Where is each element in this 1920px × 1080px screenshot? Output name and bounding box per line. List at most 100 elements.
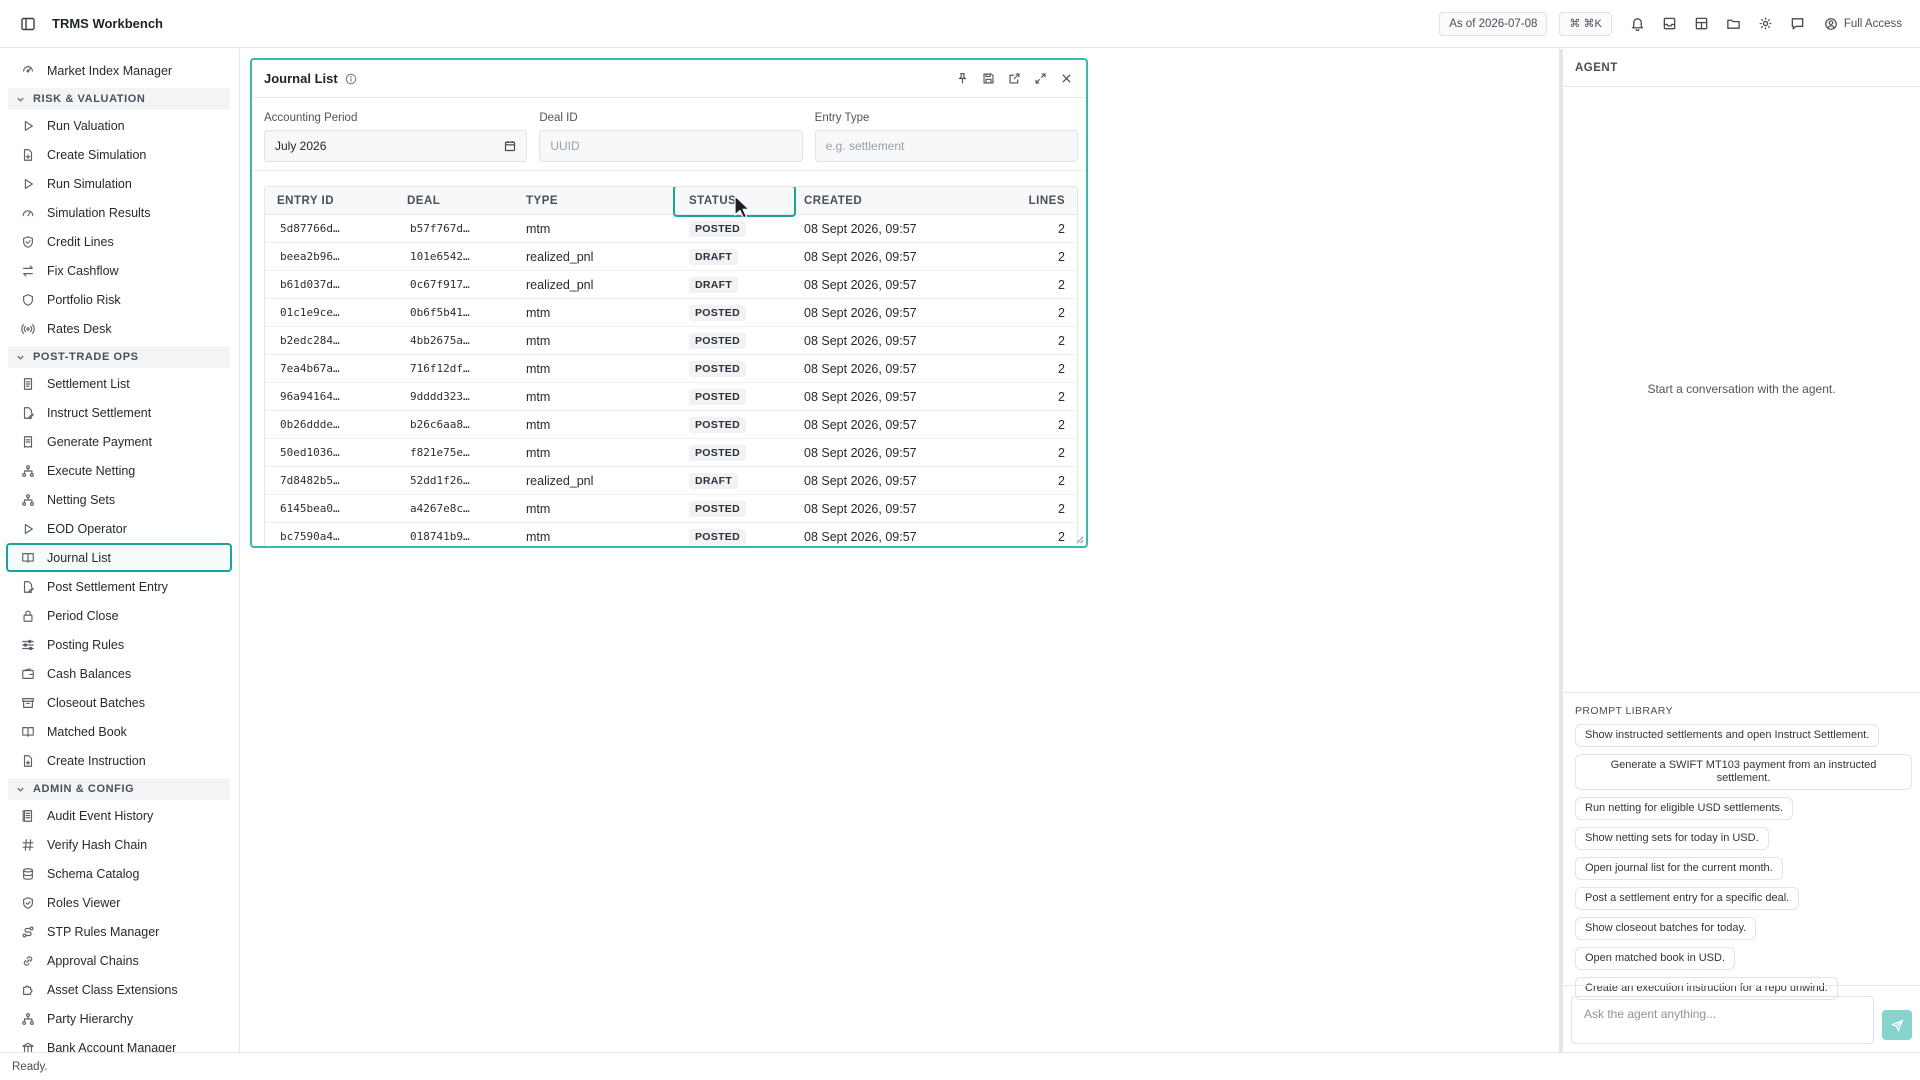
column-header-type[interactable]: TYPE — [514, 195, 677, 207]
layout-icon[interactable] — [1692, 14, 1712, 34]
sidebar-item-execute-netting[interactable]: Execute Netting — [6, 456, 232, 485]
link-icon — [20, 953, 36, 969]
prompt-chip[interactable]: Show netting sets for today in USD. — [1575, 827, 1769, 850]
sidebar-item-period-close[interactable]: Period Close — [6, 601, 232, 630]
type-cell: mtm — [526, 221, 551, 236]
column-header-lines[interactable]: LINES — [1012, 195, 1077, 207]
table-row[interactable]: 01c1e9ce… 0b6f5b41… mtm POSTED 08 Sept 2026,… — [265, 299, 1077, 327]
table-row[interactable]: 7ea4b67a… 716f12df… mtm POSTED 08 Sept 2026,… — [265, 355, 1077, 383]
sidebar-item-portfolio-risk[interactable]: Portfolio Risk — [6, 285, 232, 314]
sidebar-toggle-icon[interactable] — [18, 14, 38, 34]
folder-icon[interactable] — [1724, 14, 1744, 34]
type-cell: mtm — [526, 361, 551, 376]
sidebar-item-journal-list[interactable]: Journal List — [6, 543, 232, 572]
close-icon[interactable] — [1058, 71, 1074, 87]
entry-id-cell: b61d037d… — [280, 278, 340, 291]
sidebar-section-admin-and-config[interactable]: ADMIN & CONFIG — [8, 778, 230, 800]
sidebar-item-market-index-manager[interactable]: Market Index Manager — [6, 56, 232, 85]
sidebar-item-schema-catalog[interactable]: Schema Catalog — [6, 859, 232, 888]
sidebar-item-closeout-batches[interactable]: Closeout Batches — [6, 688, 232, 717]
command-palette-button[interactable]: ⌘ ⌘K — [1559, 11, 1612, 36]
sidebar-item-create-instruction[interactable]: Create Instruction — [6, 746, 232, 775]
sidebar-item-eod-operator[interactable]: EOD Operator — [6, 514, 232, 543]
deal-id-input[interactable]: UUID — [539, 130, 803, 162]
info-icon[interactable] — [345, 73, 357, 85]
table-row[interactable]: beea2b96… 101e6542… realized_pnl DRAFT 08 Se… — [265, 243, 1077, 271]
sidebar-section-label: RISK & VALUATION — [33, 93, 146, 105]
sidebar: Market Index Manager RISK & VALUATION Run … — [0, 49, 240, 1052]
sidebar-item-create-simulation[interactable]: Create Simulation — [6, 140, 232, 169]
sidebar-item-roles-viewer[interactable]: Roles Viewer — [6, 888, 232, 917]
deal-cell: 101e6542… — [410, 250, 470, 263]
table-row[interactable]: b61d037d… 0c67f917… realized_pnl DRAFT 08 Se… — [265, 271, 1077, 299]
sidebar-item-settlement-list[interactable]: Settlement List — [6, 369, 232, 398]
sidebar-section-post-trade-ops[interactable]: POST-TRADE OPS — [8, 346, 230, 368]
gear-icon[interactable] — [1756, 14, 1776, 34]
status-cell: POSTED — [677, 528, 792, 545]
table-row[interactable]: 6145bea0… a4267e8c… mtm POSTED 08 Sept 2026,… — [265, 495, 1077, 523]
as-of-date-button[interactable]: As of 2026-07-08 — [1439, 11, 1548, 36]
sidebar-item-approval-chains[interactable]: Approval Chains — [6, 946, 232, 975]
pin-icon[interactable] — [954, 71, 970, 87]
prompt-chip[interactable]: Show instructed settlements and open Ins… — [1575, 724, 1880, 747]
sidebar-item-generate-payment[interactable]: Generate Payment — [6, 427, 232, 456]
sidebar-item-run-simulation[interactable]: Run Simulation — [6, 169, 232, 198]
entry-type-input[interactable]: e.g. settlement — [814, 130, 1078, 162]
table-row[interactable]: b2edc284… 4bb2675a… mtm POSTED 08 Sept 2026,… — [265, 327, 1077, 355]
prompt-chip[interactable]: Show closeout batches for today. — [1575, 917, 1757, 940]
calendar-icon[interactable] — [504, 140, 516, 152]
sidebar-section-risk-and-valuation[interactable]: RISK & VALUATION — [8, 88, 230, 110]
send-button[interactable] — [1882, 1010, 1912, 1040]
sidebar-item-label: Party Hierarchy — [47, 1011, 134, 1026]
chat-icon[interactable] — [1788, 14, 1808, 34]
sidebar-item-audit-event-history[interactable]: Audit Event History — [6, 801, 232, 830]
prompt-chip[interactable]: Open journal list for the current month. — [1575, 857, 1783, 880]
sidebar-item-cash-balances[interactable]: Cash Balances — [6, 659, 232, 688]
agent-input[interactable]: Ask the agent anything... — [1571, 996, 1874, 1044]
prompt-chip[interactable]: Open matched book in USD. — [1575, 947, 1736, 970]
deal-id-filter: Deal ID UUID — [539, 112, 803, 162]
column-header-entry-id[interactable]: ENTRY ID — [265, 195, 395, 207]
sidebar-item-bank-account-manager[interactable]: Bank Account Manager — [6, 1033, 232, 1052]
table-row[interactable]: 5d87766d… b57f767d… mtm POSTED 08 Sept 2026,… — [265, 215, 1077, 243]
table-row[interactable]: 50ed1036… f821e75e… mtm POSTED 08 Sept 2026,… — [265, 439, 1077, 467]
book-icon — [20, 550, 36, 566]
sidebar-item-netting-sets[interactable]: Netting Sets — [6, 485, 232, 514]
gauge-icon — [20, 205, 36, 221]
resize-handle-icon[interactable] — [1075, 535, 1084, 544]
sidebar-item-fix-cashflow[interactable]: Fix Cashflow — [6, 256, 232, 285]
file-plus-icon — [20, 147, 36, 163]
sidebar-item-matched-book[interactable]: Matched Book — [6, 717, 232, 746]
inbox-icon[interactable] — [1660, 14, 1680, 34]
table-row[interactable]: 96a94164… 9dddd323… mtm POSTED 08 Sept 2026,… — [265, 383, 1077, 411]
save-icon[interactable] — [980, 71, 996, 87]
sidebar-item-simulation-results[interactable]: Simulation Results — [6, 198, 232, 227]
sidebar-item-verify-hash-chain[interactable]: Verify Hash Chain — [6, 830, 232, 859]
sidebar-item-label: Rates Desk — [47, 321, 112, 336]
table-row[interactable]: 0b26ddde… b26c6aa8… mtm POSTED 08 Sept 2026,… — [265, 411, 1077, 439]
sidebar-item-post-settlement-entry[interactable]: Post Settlement Entry — [6, 572, 232, 601]
status-bar: Ready. — [0, 1052, 1920, 1080]
database-icon — [20, 866, 36, 882]
sidebar-item-credit-lines[interactable]: Credit Lines — [6, 227, 232, 256]
sidebar-item-run-valuation[interactable]: Run Valuation — [6, 111, 232, 140]
sidebar-item-party-hierarchy[interactable]: Party Hierarchy — [6, 1004, 232, 1033]
sidebar-item-posting-rules[interactable]: Posting Rules — [6, 630, 232, 659]
sidebar-item-stp-rules-manager[interactable]: STP Rules Manager — [6, 917, 232, 946]
column-header-deal[interactable]: DEAL — [395, 195, 514, 207]
bell-icon[interactable] — [1628, 14, 1648, 34]
external-link-icon[interactable] — [1006, 71, 1022, 87]
accounting-period-input[interactable]: July 2026 — [264, 130, 528, 162]
sidebar-item-asset-class-extensions[interactable]: Asset Class Extensions — [6, 975, 232, 1004]
prompt-chip[interactable]: Generate a SWIFT MT103 payment from an i… — [1575, 754, 1912, 790]
table-row[interactable]: 7d8482b5… 52dd1f26… realized_pnl DRAFT 08 Se… — [265, 467, 1077, 495]
table-row[interactable]: bc7590a4… 018741b9… mtm POSTED 08 Sept 2026,… — [265, 523, 1077, 546]
sidebar-item-rates-desk[interactable]: Rates Desk — [6, 314, 232, 343]
column-header-created[interactable]: CREATED — [792, 195, 1012, 207]
maximize-icon[interactable] — [1032, 71, 1048, 87]
prompt-chip[interactable]: Run netting for eligible USD settlements… — [1575, 797, 1794, 820]
prompt-chip[interactable]: Post a settlement entry for a specific d… — [1575, 887, 1800, 910]
chevron-down-icon — [16, 95, 25, 104]
access-level-button[interactable]: Full Access — [1824, 17, 1902, 31]
sidebar-item-instruct-settlement[interactable]: Instruct Settlement — [6, 398, 232, 427]
